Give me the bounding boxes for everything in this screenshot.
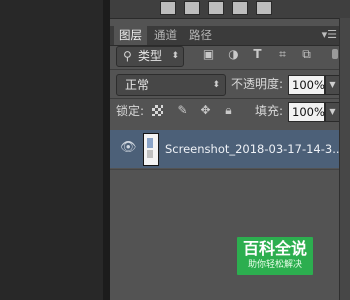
document-canvas-area: [0, 0, 103, 300]
panel-divider[interactable]: [103, 0, 110, 300]
divider: [110, 169, 340, 170]
tab-paths[interactable]: 路径: [184, 26, 217, 45]
chevron-updown-icon: ⬍: [171, 51, 179, 61]
shape-filter-icon[interactable]: ⌗: [276, 48, 289, 61]
blend-mode-select[interactable]: 正常 ⬍: [116, 74, 226, 96]
panel-menu-icon[interactable]: ▾☰: [322, 26, 337, 44]
opacity-dropdown-icon[interactable]: ▼: [325, 75, 340, 95]
tool-icon[interactable]: [160, 1, 176, 15]
panel-scrollbar[interactable]: [339, 18, 350, 300]
adjustment-filter-icon[interactable]: ◑: [227, 48, 240, 61]
blend-mode-value: 正常: [125, 78, 150, 92]
lock-transparent-pixels-icon[interactable]: [151, 104, 164, 117]
tool-icon[interactable]: [232, 1, 248, 15]
filter-toggle-switch[interactable]: [332, 49, 338, 59]
tab-channels[interactable]: 通道: [149, 26, 182, 45]
divider: [110, 98, 340, 99]
tab-layers[interactable]: 图层: [114, 26, 147, 45]
layer-row[interactable]: 👁︎ Screenshot_2018-03-17-14-3...: [110, 130, 343, 168]
top-toolbar: [110, 0, 350, 19]
lock-all-icon[interactable]: 🔒︎: [222, 104, 235, 117]
watermark-subtitle: 助你轻松解决: [247, 260, 302, 270]
smart-object-filter-icon[interactable]: ⧉: [300, 48, 313, 61]
lock-label: 锁定:: [116, 104, 145, 118]
layer-thumbnail[interactable]: [143, 133, 159, 166]
filter-kind-label: 类型: [138, 49, 163, 63]
divider: [110, 69, 340, 70]
tool-icon[interactable]: [184, 1, 200, 15]
layer-filter-select[interactable]: ⚲ 类型 ⬍: [116, 46, 184, 67]
tool-icon[interactable]: [256, 1, 272, 15]
opacity-input[interactable]: 100%: [288, 75, 325, 95]
watermark-title: 百科全说: [242, 239, 307, 258]
image-filter-icon[interactable]: ▣: [202, 48, 215, 61]
chevron-updown-icon: ⬍: [212, 80, 220, 90]
lock-image-pixels-icon[interactable]: ✎: [176, 104, 189, 117]
search-icon: ⚲: [123, 49, 132, 63]
tool-icon[interactable]: [208, 1, 224, 15]
type-filter-icon[interactable]: T: [251, 48, 264, 61]
opacity-label: 不透明度:: [231, 77, 284, 91]
fill-dropdown-icon[interactable]: ▼: [325, 102, 340, 122]
layers-panel: 图层 通道 路径 ▾☰ ⚲ 类型 ⬍ ▣ ◑ T ⌗ ⧉ 正常 ⬍ 不透明度: …: [110, 0, 350, 300]
fill-input[interactable]: 100%: [288, 102, 325, 122]
watermark-logo: 百科全说 助你轻松解决: [237, 237, 313, 275]
panel-tabs: 图层 通道 路径 ▾☰: [110, 26, 340, 46]
eye-icon[interactable]: 👁︎: [120, 141, 137, 155]
lock-position-icon[interactable]: ✥: [199, 104, 212, 117]
layer-name[interactable]: Screenshot_2018-03-17-14-3...: [165, 130, 343, 168]
fill-label: 填充:: [255, 104, 284, 118]
